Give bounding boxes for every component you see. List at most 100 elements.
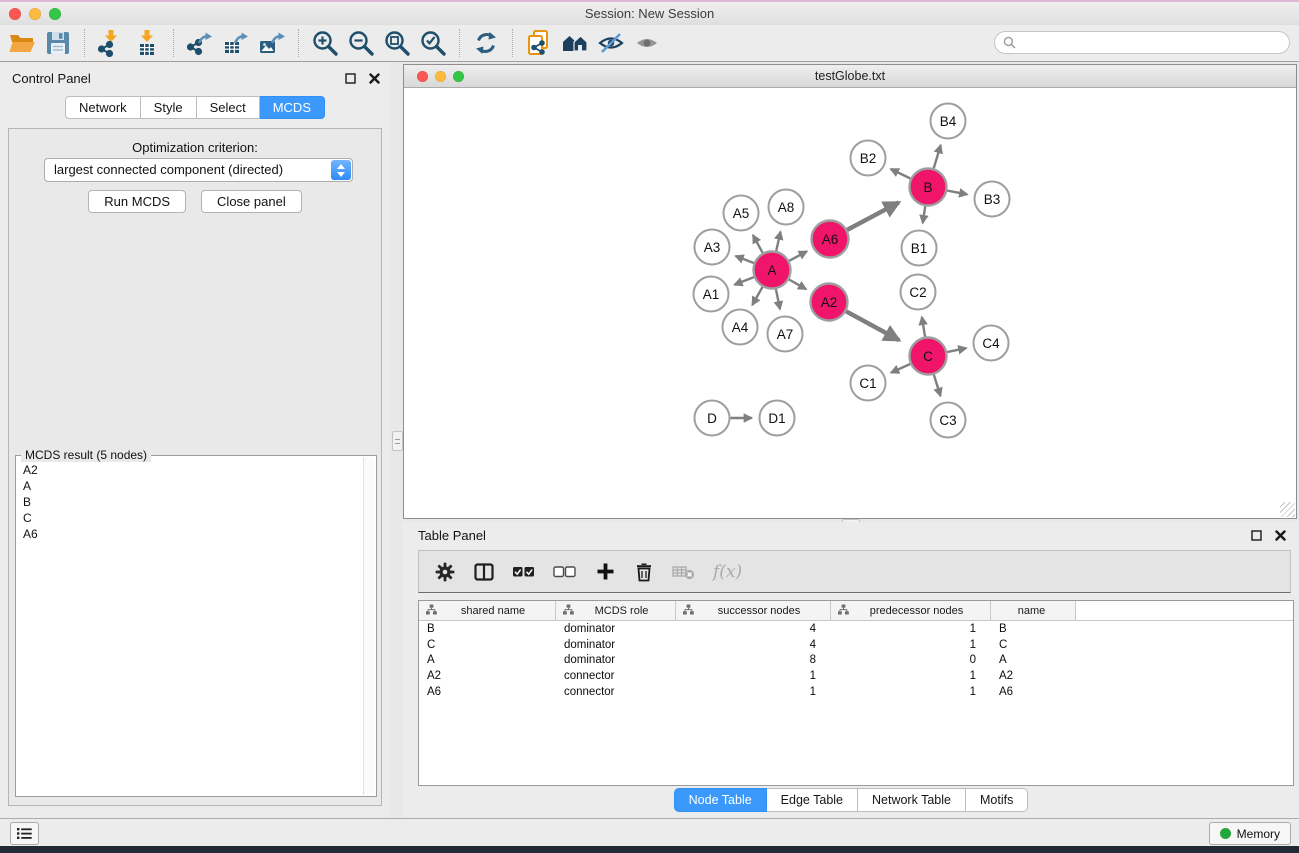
tab-style[interactable]: Style (141, 96, 197, 119)
table-cell-shared-name[interactable]: A6 (419, 686, 556, 698)
table-cell-successor-nodes[interactable]: 4 (676, 639, 831, 651)
graph-edge-A-A8[interactable] (776, 232, 780, 251)
column-header-MCDS-role[interactable]: MCDS role (556, 601, 676, 620)
graph-edge-C-C2[interactable] (922, 317, 925, 337)
mcds-result-item[interactable]: B (23, 494, 363, 510)
table-cell-shared-name[interactable]: B (419, 623, 556, 635)
graph-node-D1[interactable]: D1 (760, 401, 795, 436)
table-cell-predecessor-nodes[interactable]: 1 (831, 670, 991, 682)
memory-button[interactable]: Memory (1209, 822, 1291, 845)
tab-edge-table[interactable]: Edge Table (767, 788, 858, 812)
resize-grip-icon[interactable] (1280, 502, 1295, 517)
graph-node-C1[interactable]: C1 (851, 366, 886, 401)
import-table-icon[interactable] (129, 27, 165, 59)
table-cell-name[interactable]: B (991, 623, 1076, 635)
export-network-icon[interactable] (182, 27, 218, 59)
table-row[interactable]: Bdominator41B (419, 621, 1293, 637)
graph-edge-A2-C[interactable] (846, 311, 899, 340)
graph-edge-A-A1[interactable] (734, 277, 754, 285)
graph-edge-C-C1[interactable] (891, 364, 910, 373)
graph-edge-B-B3[interactable] (947, 191, 967, 195)
column-header-shared-name[interactable]: shared name (419, 601, 556, 620)
zoom-out-icon[interactable] (343, 27, 379, 59)
table-cell-predecessor-nodes[interactable]: 0 (831, 654, 991, 666)
graph-edge-B-B1[interactable] (923, 206, 926, 223)
close-panel-icon[interactable] (1273, 528, 1287, 542)
network-canvas[interactable]: B4B2BB3A8A5A6A3B1AC2A1A2A4A7C4CC1C3DD1 (404, 88, 1296, 518)
graph-edge-A-A2[interactable] (789, 280, 806, 290)
table-cell-shared-name[interactable]: A (419, 654, 556, 666)
mcds-result-item[interactable]: C (23, 510, 363, 526)
export-image-icon[interactable] (254, 27, 290, 59)
table-cell-name[interactable]: C (991, 639, 1076, 651)
graph-node-D[interactable]: D (695, 401, 730, 436)
tab-motifs[interactable]: Motifs (966, 788, 1028, 812)
table-row[interactable]: A2connector11A2 (419, 668, 1293, 684)
table-cell-successor-nodes[interactable]: 1 (676, 686, 831, 698)
table-cell-name[interactable]: A (991, 654, 1076, 666)
refresh-icon[interactable] (468, 27, 504, 59)
vertical-splitter-handle[interactable] (392, 431, 403, 451)
open-icon[interactable] (4, 27, 40, 59)
deselect-all-icon[interactable] (553, 559, 577, 585)
zoom-fit-icon[interactable] (379, 27, 415, 59)
graph-node-C3[interactable]: C3 (931, 403, 966, 438)
mcds-result-item[interactable]: A6 (23, 526, 363, 542)
graph-edge-C-C4[interactable] (947, 348, 966, 352)
optimization-criterion-select[interactable]: largest connected component (directed) (44, 158, 353, 182)
settings-icon[interactable] (434, 559, 456, 585)
table-cell-name[interactable]: A6 (991, 686, 1076, 698)
tab-mcds[interactable]: MCDS (260, 96, 325, 119)
task-history-button[interactable] (10, 822, 39, 845)
graph-node-A4[interactable]: A4 (723, 310, 758, 345)
graph-node-A6[interactable]: A6 (812, 221, 849, 258)
tab-node-table[interactable]: Node Table (674, 788, 767, 812)
show-all-icon[interactable] (629, 27, 665, 59)
table-row[interactable]: Adominator80A (419, 653, 1293, 669)
table-cell-successor-nodes[interactable]: 1 (676, 670, 831, 682)
tab-network-table[interactable]: Network Table (858, 788, 966, 812)
graph-node-B[interactable]: B (910, 169, 947, 206)
graph-node-B1[interactable]: B1 (902, 231, 937, 266)
graph-edge-C-C3[interactable] (934, 375, 941, 396)
table-row[interactable]: Cdominator41C (419, 637, 1293, 653)
result-scrollbar[interactable] (363, 457, 375, 795)
table-cell-shared-name[interactable]: A2 (419, 670, 556, 682)
network-from-selection-icon[interactable] (521, 27, 557, 59)
hide-selected-icon[interactable] (593, 27, 629, 59)
graph-edge-A6-B[interactable] (847, 202, 899, 230)
graph-node-B4[interactable]: B4 (931, 104, 966, 139)
table-cell-MCDS-role[interactable]: connector (556, 670, 676, 682)
columns-icon[interactable] (473, 559, 495, 585)
graph-node-C4[interactable]: C4 (974, 326, 1009, 361)
mcds-result-item[interactable]: A (23, 478, 363, 494)
table-cell-predecessor-nodes[interactable]: 1 (831, 686, 991, 698)
table-cell-MCDS-role[interactable]: dominator (556, 639, 676, 651)
graph-node-A[interactable]: A (754, 252, 791, 289)
table-cell-successor-nodes[interactable]: 8 (676, 654, 831, 666)
tab-select[interactable]: Select (197, 96, 260, 119)
graph-node-A2[interactable]: A2 (811, 284, 848, 321)
table-cell-MCDS-role[interactable]: connector (556, 686, 676, 698)
graph-node-A7[interactable]: A7 (768, 317, 803, 352)
graph-edge-B-B4[interactable] (934, 145, 941, 168)
zoom-in-icon[interactable] (307, 27, 343, 59)
run-mcds-button[interactable]: Run MCDS (88, 190, 186, 213)
table-cell-MCDS-role[interactable]: dominator (556, 654, 676, 666)
graph-node-A8[interactable]: A8 (769, 190, 804, 225)
graph-edge-A-A7[interactable] (776, 289, 780, 309)
graph-node-C[interactable]: C (910, 338, 947, 375)
add-icon[interactable] (594, 559, 616, 585)
graph-edge-A-A3[interactable] (736, 256, 754, 263)
mcds-result-item[interactable]: A2 (23, 462, 363, 478)
delete-icon[interactable] (633, 559, 655, 585)
graph-node-A3[interactable]: A3 (695, 230, 730, 265)
graph-node-A5[interactable]: A5 (724, 196, 759, 231)
graph-node-B3[interactable]: B3 (975, 182, 1010, 217)
column-header-predecessor-nodes[interactable]: predecessor nodes (831, 601, 991, 620)
export-table-icon[interactable] (218, 27, 254, 59)
zoom-selected-icon[interactable] (415, 27, 451, 59)
graph-edge-A-A5[interactable] (753, 235, 763, 253)
table-cell-predecessor-nodes[interactable]: 1 (831, 623, 991, 635)
column-header-name[interactable]: name (991, 601, 1076, 620)
